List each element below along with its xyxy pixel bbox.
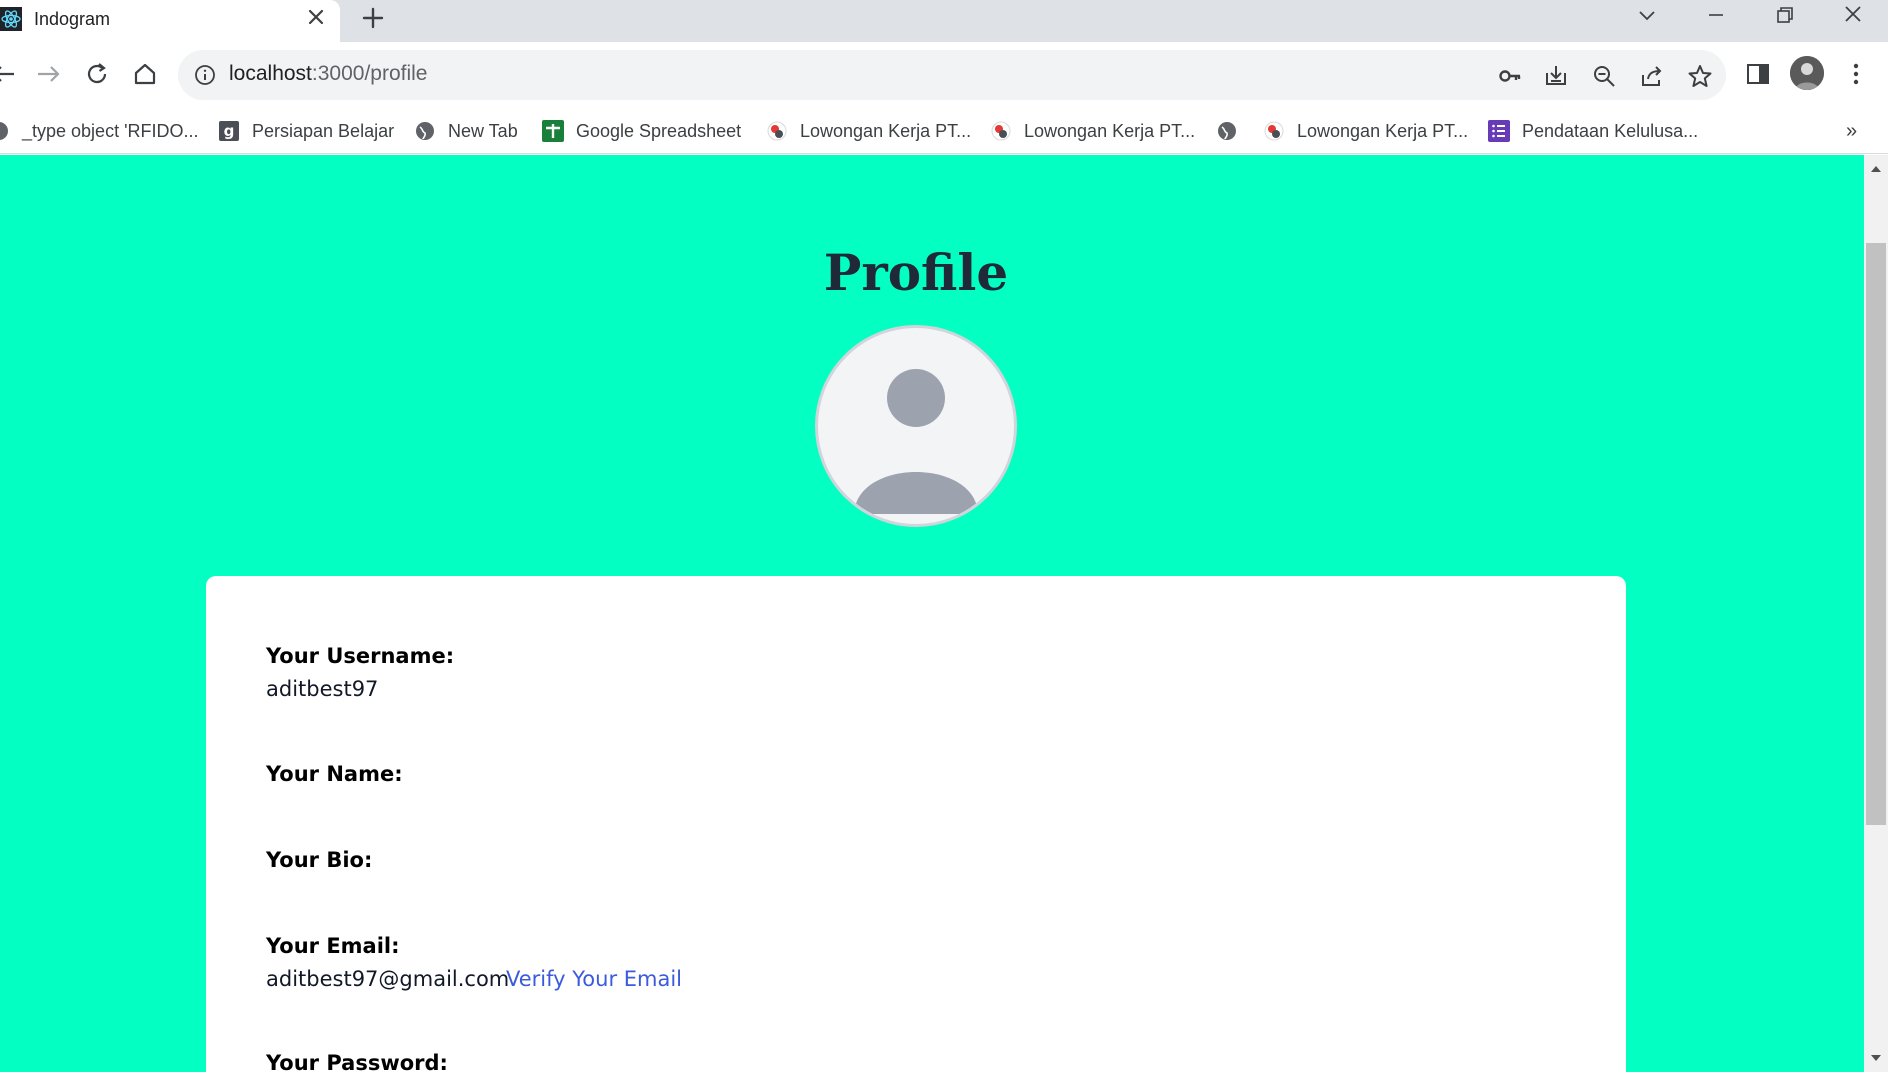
g-letter-icon: g bbox=[219, 121, 239, 141]
url-text[interactable]: localhost:3000/profile bbox=[229, 62, 427, 86]
name-label: Your Name: bbox=[266, 762, 403, 786]
job-site-icon bbox=[991, 121, 1011, 141]
globe-icon bbox=[1218, 122, 1236, 140]
active-tab[interactable]: Indogram bbox=[0, 0, 340, 42]
url-host: localhost bbox=[229, 62, 312, 85]
tab-title: Indogram bbox=[34, 9, 111, 29]
install-app-icon[interactable] bbox=[1542, 62, 1570, 90]
minimize-icon[interactable] bbox=[1701, 2, 1731, 28]
job-site-icon bbox=[1264, 121, 1284, 141]
bookmarks-bar: _type object 'RFIDO... g Persiapan Belaj… bbox=[0, 108, 1888, 154]
profile-picture[interactable] bbox=[815, 325, 1017, 527]
bookmark-item[interactable]: _type object 'RFIDO... bbox=[0, 116, 199, 146]
back-arrow-icon[interactable] bbox=[0, 59, 18, 89]
email-label: Your Email: bbox=[266, 934, 400, 958]
scroll-up-arrow-icon[interactable] bbox=[1868, 161, 1884, 177]
react-icon bbox=[0, 7, 22, 31]
bookmark-item[interactable] bbox=[1216, 116, 1250, 146]
bookmark-item[interactable]: Google Spreadsheet bbox=[542, 116, 741, 146]
forms-icon bbox=[1488, 120, 1510, 142]
forward-arrow-icon[interactable] bbox=[34, 59, 64, 89]
bookmark-label: New Tab bbox=[448, 120, 518, 141]
tab-search-chevron-icon[interactable] bbox=[1632, 2, 1662, 28]
bookmark-item[interactable]: Lowongan Kerja PT... bbox=[990, 116, 1195, 146]
share-icon[interactable] bbox=[1638, 62, 1666, 90]
browser-toolbar: localhost:3000/profile bbox=[0, 42, 1888, 108]
menu-kebab-icon[interactable] bbox=[1842, 60, 1870, 88]
bookmark-item[interactable]: Lowongan Kerja PT... bbox=[1263, 116, 1468, 146]
bookmark-star-icon[interactable] bbox=[1686, 62, 1714, 90]
user-photo-icon bbox=[1790, 56, 1824, 90]
scroll-down-arrow-icon[interactable] bbox=[1868, 1050, 1884, 1066]
user-placeholder-icon bbox=[854, 369, 978, 514]
job-site-icon bbox=[767, 121, 787, 141]
bookmark-label: Lowongan Kerja PT... bbox=[800, 120, 972, 141]
page-title: Profile bbox=[823, 243, 1009, 302]
password-label: Your Password: bbox=[266, 1051, 448, 1072]
bookmark-label: Pendataan Kelulusa... bbox=[1522, 120, 1699, 141]
key-icon[interactable] bbox=[1496, 62, 1524, 90]
reload-icon[interactable] bbox=[82, 59, 112, 89]
address-bar[interactable]: localhost:3000/profile bbox=[178, 50, 1726, 100]
new-tab-icon[interactable] bbox=[360, 5, 386, 31]
home-icon[interactable] bbox=[130, 59, 160, 89]
username-value: aditbest97 bbox=[266, 677, 379, 701]
url-path: :3000/profile bbox=[311, 62, 428, 85]
close-window-icon[interactable] bbox=[1838, 2, 1868, 28]
bookmark-label: Lowongan Kerja PT... bbox=[1297, 120, 1469, 141]
tab-strip: Indogram bbox=[0, 0, 1888, 42]
profile-card: Your Username: aditbest97 Your Name: You… bbox=[206, 576, 1626, 1072]
bookmarks-overflow-chevron[interactable]: » bbox=[1846, 120, 1857, 143]
globe-icon bbox=[416, 122, 434, 140]
bookmark-label: Google Spreadsheet bbox=[576, 120, 742, 141]
site-info-icon[interactable] bbox=[194, 64, 216, 86]
username-label: Your Username: bbox=[266, 644, 455, 668]
bookmark-item[interactable]: New Tab bbox=[414, 116, 518, 146]
bookmark-label: Lowongan Kerja PT... bbox=[1024, 120, 1196, 141]
restore-icon[interactable] bbox=[1770, 2, 1800, 28]
close-tab-icon[interactable] bbox=[304, 5, 328, 29]
zoom-out-icon[interactable] bbox=[1590, 62, 1618, 90]
side-panel-icon[interactable] bbox=[1744, 60, 1772, 88]
bookmark-item[interactable]: Lowongan Kerja PT... bbox=[766, 116, 971, 146]
profile-avatar-icon[interactable] bbox=[1790, 56, 1824, 90]
bookmark-item[interactable]: Pendataan Kelulusa... bbox=[1488, 116, 1698, 146]
email-value: aditbest97@gmail.com bbox=[266, 967, 510, 991]
bookmark-item[interactable]: g Persiapan Belajar bbox=[218, 116, 394, 146]
page-scrollbar-thumb[interactable] bbox=[1866, 243, 1886, 825]
bio-label: Your Bio: bbox=[266, 848, 373, 872]
page-viewport: Profile Your Username: aditbest97 Your N… bbox=[0, 155, 1864, 1072]
verify-email-link[interactable]: Verify Your Email bbox=[506, 967, 682, 991]
bookmark-label: Persiapan Belajar bbox=[252, 120, 395, 141]
globe-icon bbox=[0, 122, 8, 140]
svg-text:g: g bbox=[224, 122, 235, 140]
bookmark-label: _type object 'RFIDO... bbox=[22, 120, 199, 141]
sheets-icon bbox=[542, 120, 564, 142]
